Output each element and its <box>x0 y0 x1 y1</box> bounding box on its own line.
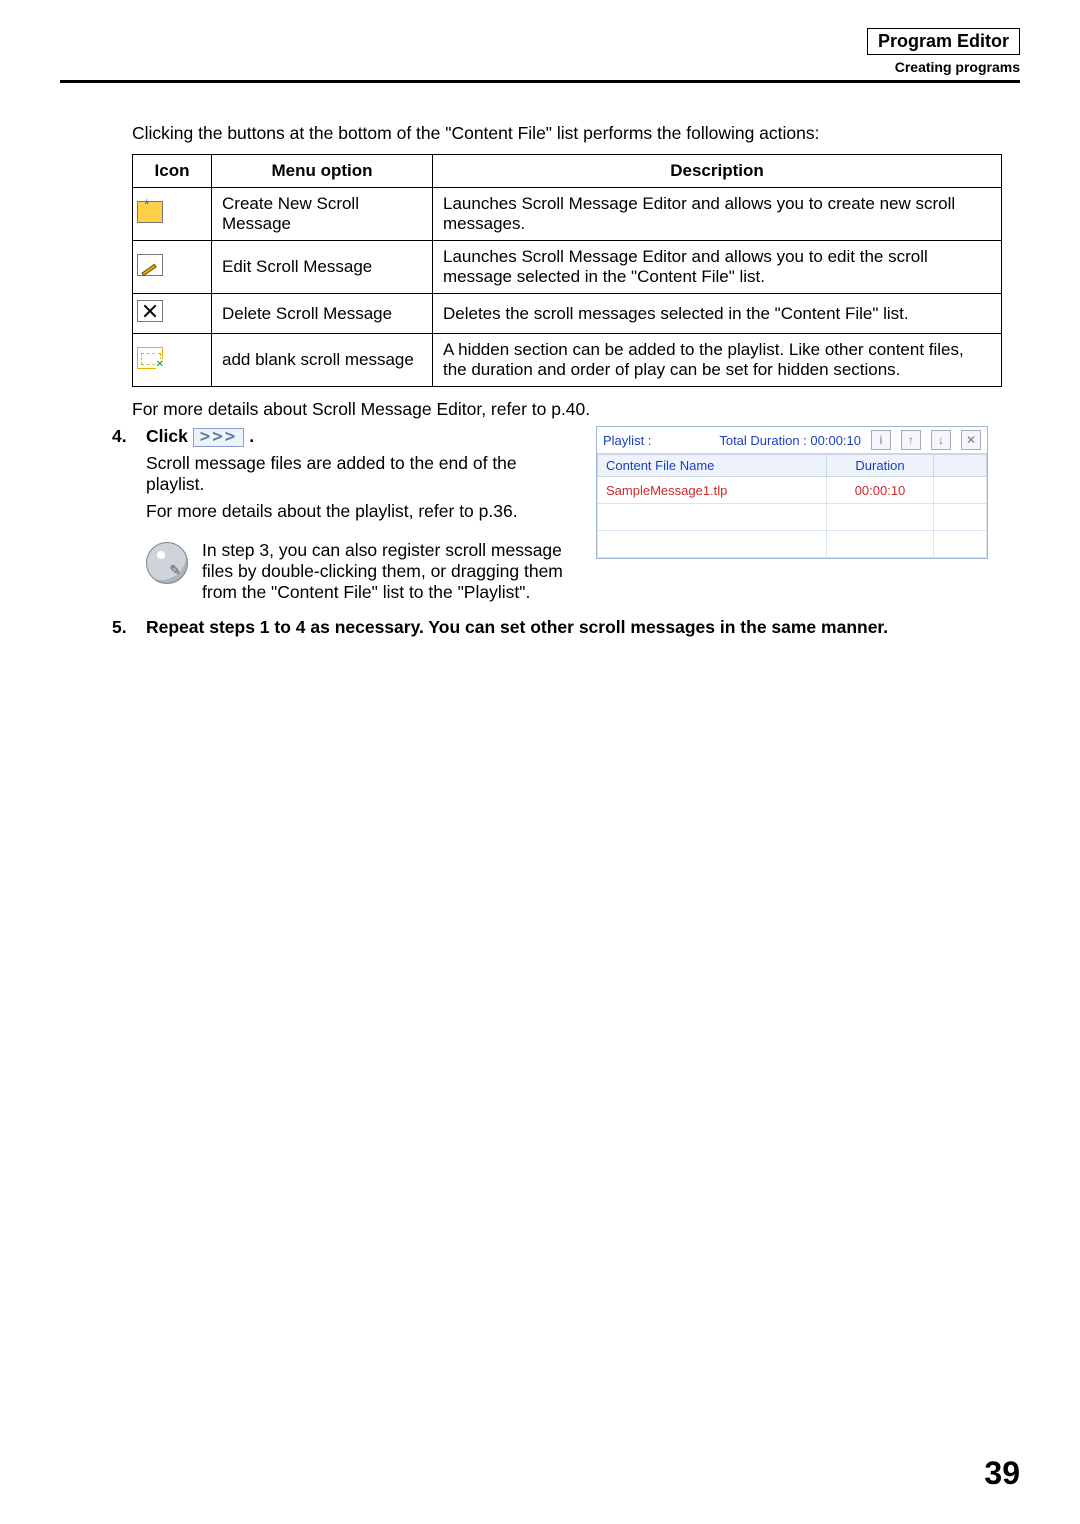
intro-text: Clicking the buttons at the bottom of th… <box>132 123 1020 144</box>
table-header-row: Icon Menu option Description <box>133 155 1002 188</box>
header-subtitle: Creating programs <box>867 59 1020 75</box>
pl-dur: 00:00:10 <box>827 477 934 504</box>
playlist-row-empty: .. <box>598 531 987 558</box>
create-scroll-icon <box>137 201 163 223</box>
cell-menu: Delete Scroll Message <box>212 294 433 334</box>
page-header: Program Editor Creating programs <box>867 28 1020 75</box>
playlist-total: Total Duration : 00:00:10 <box>719 433 861 448</box>
header-rule <box>60 80 1020 83</box>
cell-desc: Launches Scroll Message Editor and allow… <box>433 188 1002 241</box>
note: In step 3, you can also register scroll … <box>146 540 576 603</box>
cell-icon <box>133 334 212 387</box>
playlist-row-empty: .. <box>598 504 987 531</box>
step4-head-pre: Click <box>146 426 188 446</box>
actions-table: Icon Menu option Description Create New … <box>132 154 1002 387</box>
step4-body2: For more details about the playlist, ref… <box>146 501 576 522</box>
th-icon: Icon <box>133 155 212 188</box>
step-5: Repeat steps 1 to 4 as necessary. You ca… <box>112 617 1020 638</box>
table-row: Create New Scroll Message Launches Scrol… <box>133 188 1002 241</box>
cell-menu: Edit Scroll Message <box>212 241 433 294</box>
cell-menu: add blank scroll message <box>212 334 433 387</box>
cell-icon <box>133 241 212 294</box>
table-row: add blank scroll message A hidden sectio… <box>133 334 1002 387</box>
delete-scroll-icon <box>137 300 163 322</box>
cell-menu: Create New Scroll Message <box>212 188 433 241</box>
blank-scroll-icon <box>137 347 163 369</box>
pl-col-spacer <box>934 455 987 477</box>
step-4: Click >>> . Scroll message files are add… <box>112 426 1020 603</box>
pl-col-dur: Duration <box>827 455 934 477</box>
playlist-label: Playlist : <box>603 433 651 448</box>
playlist-panel: Playlist : Total Duration : 00:00:10 i ↑… <box>596 426 988 559</box>
header-title: Program Editor <box>867 28 1020 55</box>
pl-col-name: Content File Name <box>598 455 827 477</box>
cell-desc: A hidden section can be added to the pla… <box>433 334 1002 387</box>
step4-head-post: . <box>249 426 254 446</box>
edit-scroll-icon <box>137 254 163 276</box>
th-menu: Menu option <box>212 155 433 188</box>
table-row: Delete Scroll Message Deletes the scroll… <box>133 294 1002 334</box>
playlist-row[interactable]: SampleMessage1.tlp 00:00:10 <box>598 477 987 504</box>
cell-desc: Launches Scroll Message Editor and allow… <box>433 241 1002 294</box>
below-text: For more details about Scroll Message Ed… <box>132 399 1020 420</box>
page-number: 39 <box>984 1455 1020 1492</box>
table-row: Edit Scroll Message Launches Scroll Mess… <box>133 241 1002 294</box>
note-text: In step 3, you can also register scroll … <box>202 540 576 603</box>
playlist-table: Content File Name Duration SampleMessage… <box>597 454 987 558</box>
step5-text: Repeat steps 1 to 4 as necessary. You ca… <box>146 617 888 637</box>
th-desc: Description <box>433 155 1002 188</box>
pl-name: SampleMessage1.tlp <box>598 477 827 504</box>
playlist-down-button[interactable]: ↓ <box>931 430 951 450</box>
playlist-info-button[interactable]: i <box>871 430 891 450</box>
playlist-up-button[interactable]: ↑ <box>901 430 921 450</box>
cell-desc: Deletes the scroll messages selected in … <box>433 294 1002 334</box>
playlist-delete-button[interactable]: ✕ <box>961 430 981 450</box>
add-to-playlist-button[interactable]: >>> <box>193 428 245 447</box>
note-icon <box>146 542 188 584</box>
pl-spacer <box>934 477 987 504</box>
cell-icon <box>133 188 212 241</box>
cell-icon <box>133 294 212 334</box>
step4-body1: Scroll message files are added to the en… <box>146 453 576 495</box>
